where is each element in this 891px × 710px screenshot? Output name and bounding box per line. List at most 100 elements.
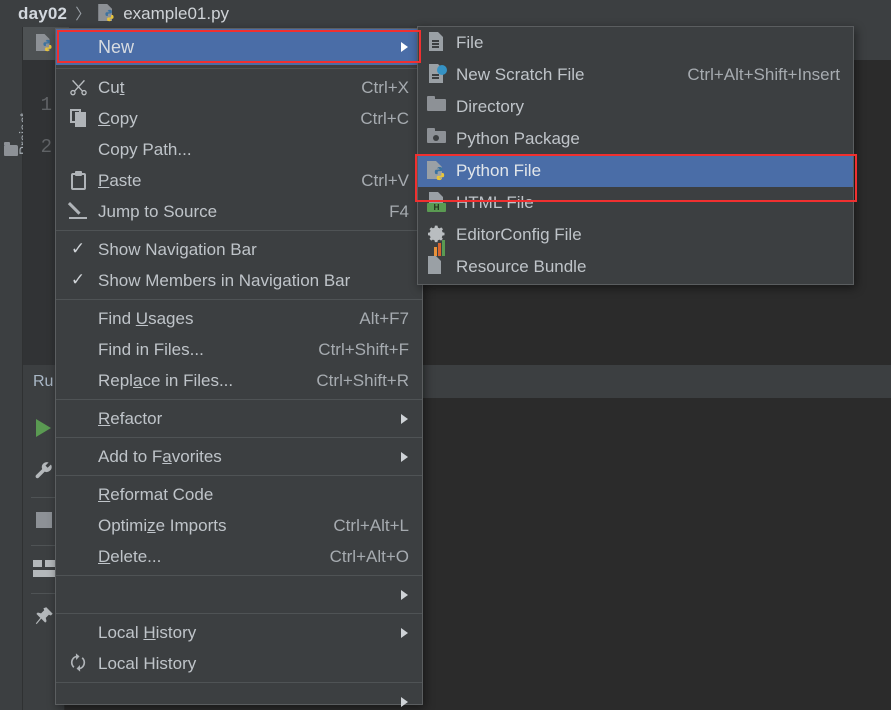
reload-icon: 🗘 (69, 653, 87, 673)
folder-icon (4, 142, 18, 156)
folder-icon (427, 96, 449, 118)
copy-icon (66, 106, 90, 130)
python-logo-icon (434, 166, 445, 181)
menu-item-reformat-code[interactable]: Reformat Code (56, 479, 422, 510)
jump-to-source-icon (66, 199, 90, 223)
submenu-item-editorconfig-file[interactable]: EditorConfig File (418, 219, 853, 251)
menu-item-accelerator: Alt+F7 (359, 308, 409, 328)
chevron-right-icon (401, 413, 408, 424)
chevron-right-icon (401, 451, 408, 462)
menu-item-delete[interactable]: Delete... Ctrl+Alt+O (56, 541, 422, 572)
menu-item-show-members-in-navigation-bar[interactable]: ✓ Show Members in Navigation Bar (56, 265, 422, 296)
submenu-item-new-scratch-file[interactable]: New Scratch File Ctrl+Alt+Shift+Insert (418, 59, 853, 91)
scratch-file-icon (427, 64, 449, 86)
menu-item-accelerator: Ctrl+Alt+L (333, 515, 409, 535)
menu-item-paste[interactable]: Paste Ctrl+V (56, 165, 422, 196)
menu-item-reload-from-disk[interactable]: 🗘 Local History (56, 648, 422, 679)
menu-separator (56, 230, 422, 231)
menu-item-label: Find Usages (98, 308, 194, 328)
submenu-item-label: Directory (456, 97, 525, 116)
menu-item-label: Cut (98, 77, 125, 97)
line-number: 1 (40, 94, 52, 116)
scissors-icon (66, 75, 90, 99)
menu-item-copy-path[interactable]: Copy Path... (56, 134, 422, 165)
menu-item-replace-in-files[interactable]: Replace in Files... Ctrl+Shift+R (56, 365, 422, 396)
menu-separator (56, 299, 422, 300)
resource-bundle-icon (427, 240, 449, 278)
menu-item-cut[interactable]: Cut Ctrl+X (56, 72, 422, 103)
submenu-item-label: File (456, 33, 484, 52)
menu-item-label: Add to Favorites (98, 446, 222, 466)
submenu-item-accelerator: Ctrl+Alt+Shift+Insert (687, 65, 840, 84)
python-logo-icon (105, 9, 114, 22)
wrench-icon (35, 462, 52, 479)
menu-separator (56, 682, 422, 683)
menu-item-add-to-favorites[interactable]: Add to Favorites (56, 441, 422, 472)
menu-item-optimize-imports[interactable]: Optimize Imports Ctrl+Alt+L (56, 510, 422, 541)
menu-item-label: Find in Files... (98, 339, 204, 359)
menu-item-label: Delete... (98, 546, 162, 566)
new-submenu[interactable]: File New Scratch File Ctrl+Alt+Shift+Ins… (417, 26, 854, 285)
menu-item-accelerator: Ctrl+C (360, 108, 409, 128)
submenu-item-label: New Scratch File (456, 65, 585, 84)
menu-item-refactor[interactable]: Refactor (56, 403, 422, 434)
menu-item-mark-directory-as[interactable] (56, 686, 422, 710)
submenu-item-label: Python File (456, 161, 542, 180)
submenu-item-html-file[interactable]: H HTML File (418, 187, 853, 219)
python-logo-icon (42, 39, 52, 52)
submenu-item-label: HTML File (456, 193, 534, 212)
menu-item-label: Reformat Code (98, 484, 214, 504)
menu-item-jump-to-source[interactable]: Jump to Source F4 (56, 196, 422, 227)
left-tool-rail: Project ture (0, 27, 32, 710)
breadcrumb-project[interactable]: day02 (18, 4, 67, 24)
menu-item-accelerator: Ctrl+X (361, 77, 409, 97)
breadcrumb: day02 〉 example01.py (0, 0, 891, 27)
submenu-item-file[interactable]: File (418, 27, 853, 59)
paste-icon (66, 168, 90, 192)
menu-item-accelerator: Ctrl+V (361, 170, 409, 190)
layout-icon (32, 559, 55, 577)
menu-item-label: Optimize Imports (98, 515, 227, 535)
submenu-item-label: EditorConfig File (456, 225, 582, 244)
menu-separator (56, 399, 422, 400)
check-icon: ✓ (70, 239, 86, 258)
menu-item-find-in-files[interactable]: Find in Files... Ctrl+Shift+F (56, 334, 422, 365)
check-icon: ✓ (70, 270, 86, 289)
python-file-icon (35, 34, 55, 53)
submenu-item-python-file[interactable]: Python File (418, 155, 853, 187)
breadcrumb-file[interactable]: example01.py (123, 4, 229, 24)
breadcrumb-separator: 〉 (75, 6, 91, 23)
submenu-item-label: Python Package (456, 129, 580, 148)
menu-item-label: Jump to Source (98, 201, 218, 221)
submenu-item-label: Resource Bundle (456, 257, 587, 276)
menu-item-label: Copy Path... (98, 139, 192, 159)
menu-item-local-history[interactable]: Local History (56, 617, 422, 648)
menu-item-find-usages[interactable]: Find Usages Alt+F7 (56, 303, 422, 334)
stop-icon (35, 512, 52, 528)
menu-item-accelerator: F4 (389, 201, 409, 221)
submenu-item-resource-bundle[interactable]: Resource Bundle (418, 240, 853, 283)
menu-separator (56, 613, 422, 614)
submenu-item-directory[interactable]: Directory (418, 91, 853, 123)
context-menu[interactable]: New Cut Ctrl+X Copy Ctrl+C Copy Path... (55, 28, 423, 707)
menu-separator (56, 437, 422, 438)
menu-item-label: Paste (98, 170, 142, 190)
python-file-icon (98, 4, 117, 23)
python-package-icon (427, 128, 449, 150)
menu-item-copy[interactable]: Copy Ctrl+C (56, 103, 422, 134)
menu-item-open-in[interactable] (56, 579, 422, 610)
menu-item-label: Copy (98, 108, 138, 128)
chevron-right-icon (401, 627, 408, 638)
pin-icon (35, 607, 53, 625)
menu-item-label: Replace in Files... (98, 370, 234, 390)
menu-item-new[interactable]: New (56, 29, 422, 65)
menu-item-accelerator: Ctrl+Shift+F (318, 339, 409, 359)
editor-gutter: 1 2 (23, 60, 59, 365)
submenu-item-python-package[interactable]: Python Package (418, 123, 853, 155)
menu-item-label: New (98, 36, 135, 57)
menu-item-label: Refactor (98, 408, 163, 428)
menu-item-show-navigation-bar[interactable]: ✓ Show Navigation Bar (56, 234, 422, 265)
menu-item-label: Local History (98, 622, 197, 642)
menu-item-label: Show Navigation Bar (98, 239, 257, 259)
html-file-icon: H (427, 192, 449, 214)
